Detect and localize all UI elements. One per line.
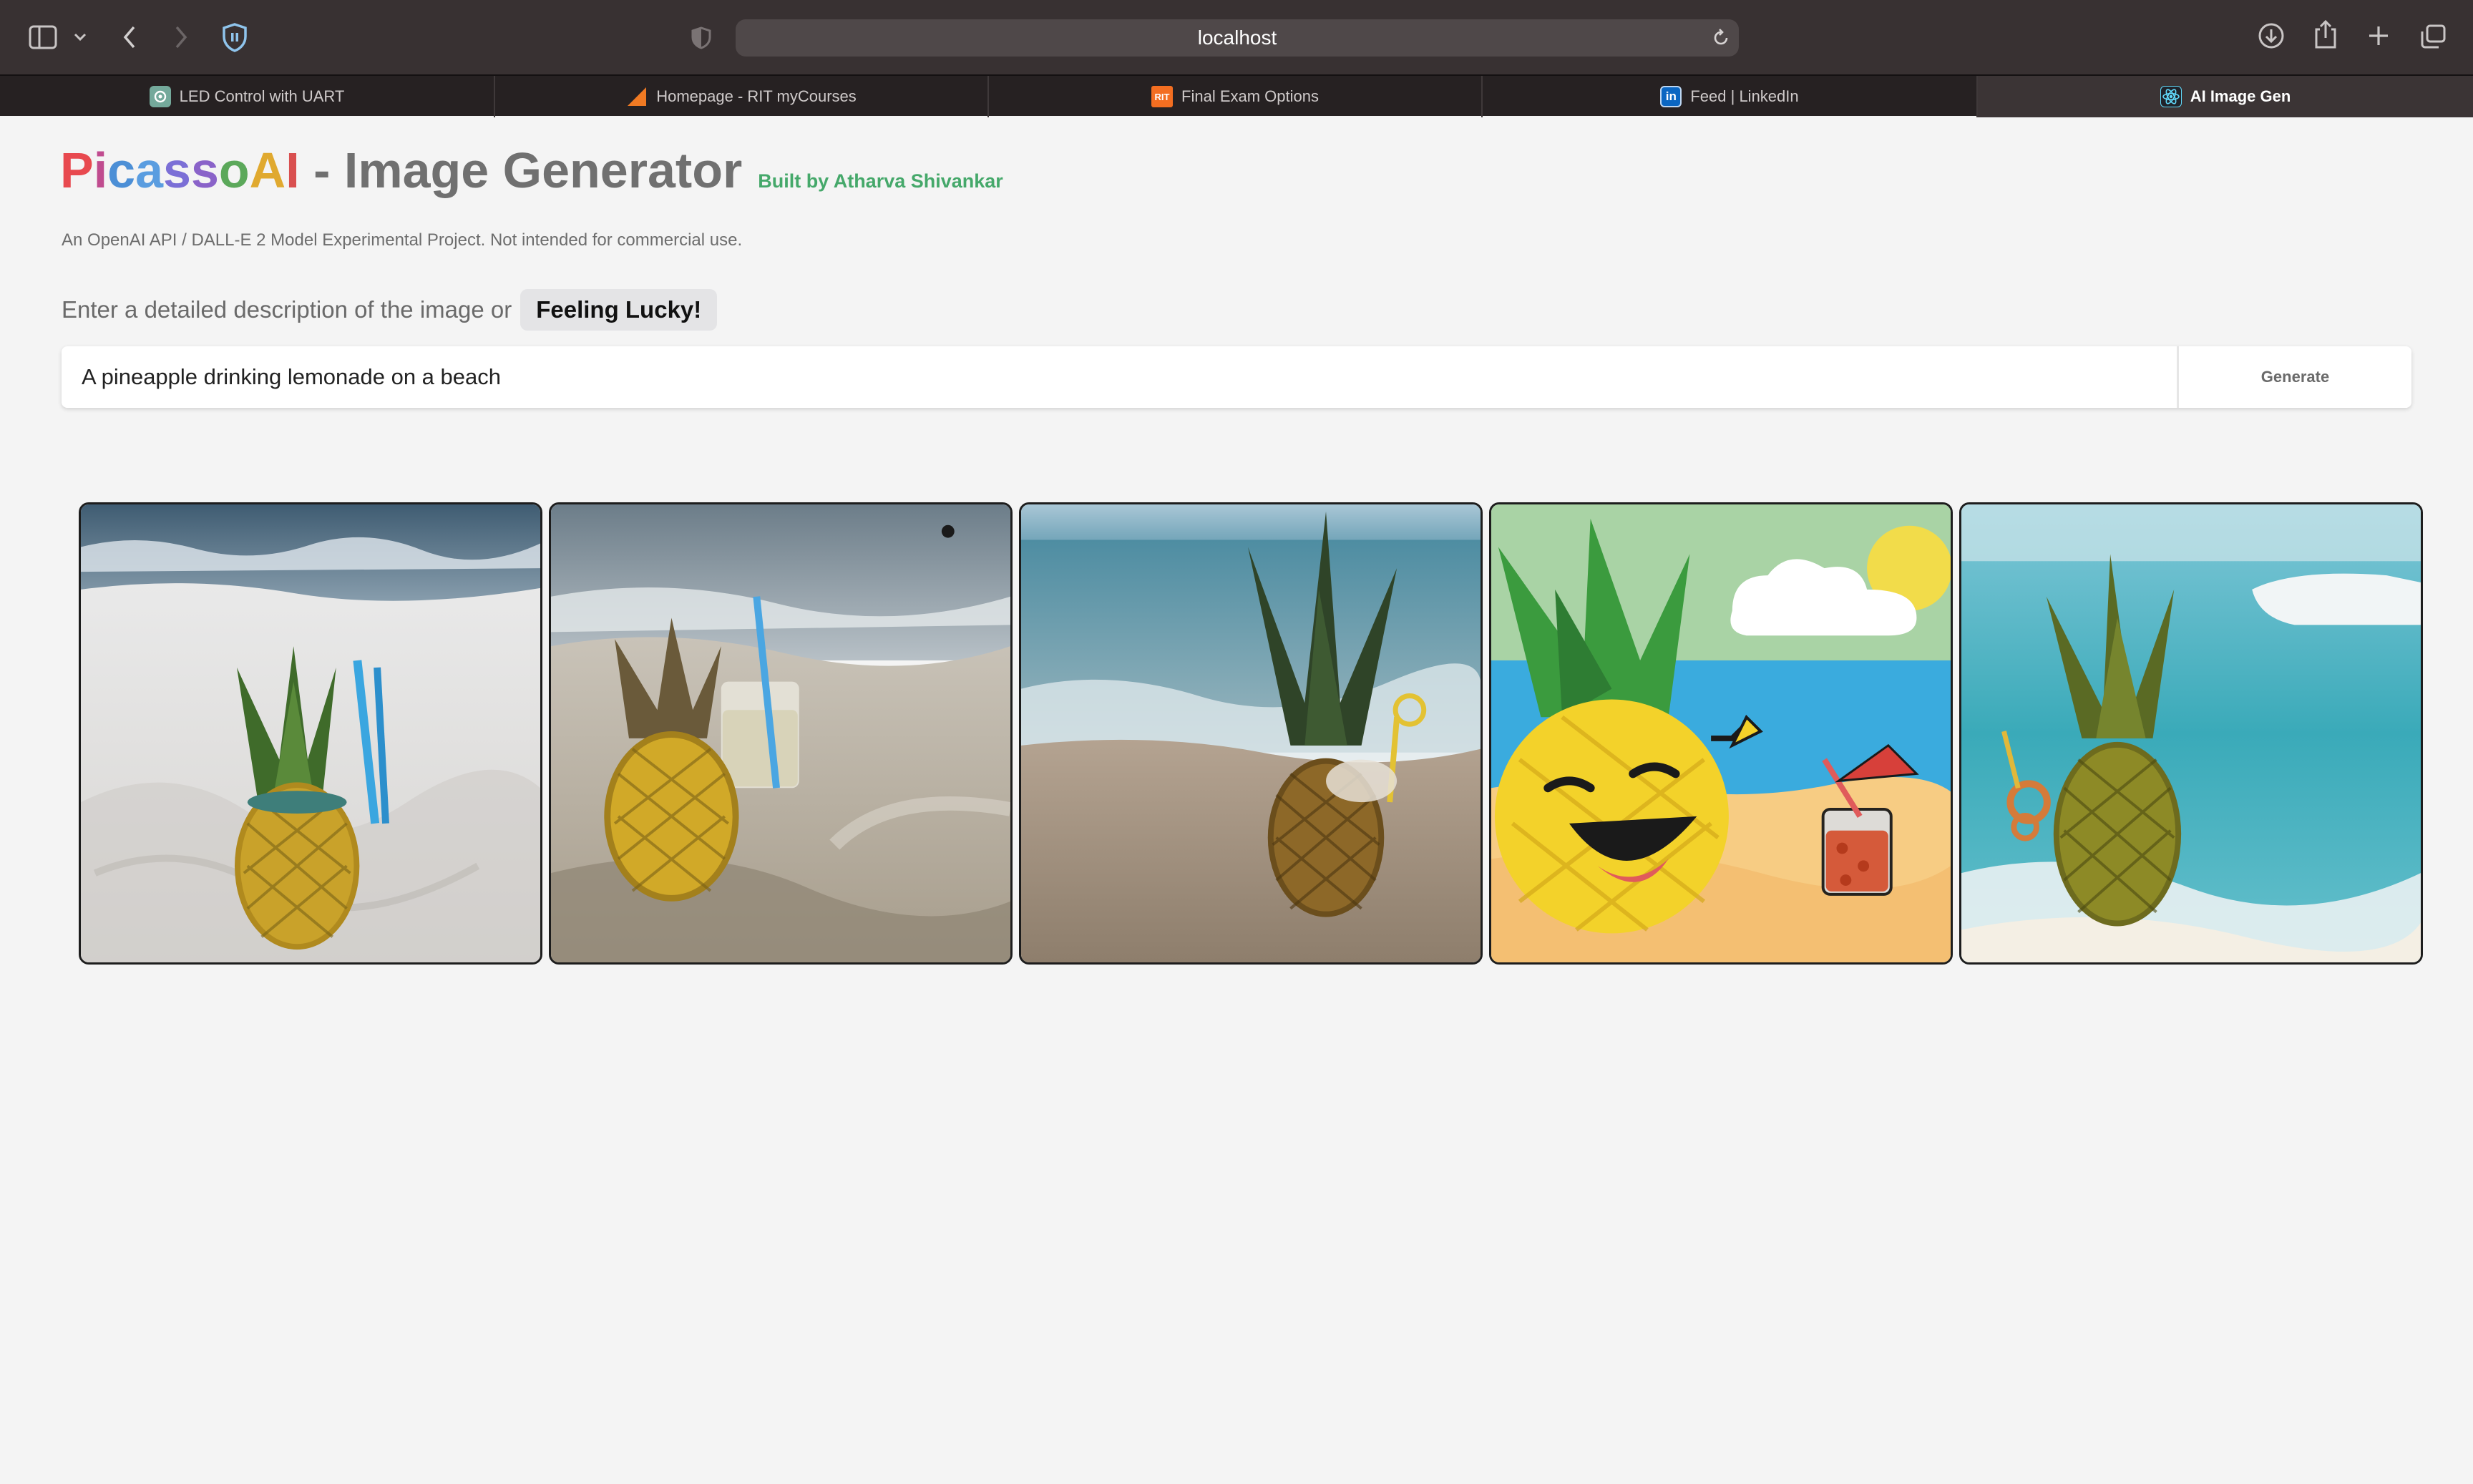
tab-label: Feed | LinkedIn bbox=[1690, 87, 1799, 105]
sidebar-toggle-icon[interactable] bbox=[29, 24, 57, 50]
brand-letter: s bbox=[190, 142, 219, 198]
generated-image-1[interactable] bbox=[79, 502, 542, 965]
rit-icon: RIT bbox=[1151, 86, 1174, 107]
brand-letter: s bbox=[163, 142, 191, 198]
linkedin-icon: in bbox=[1660, 86, 1682, 107]
brand-letter: P bbox=[60, 142, 94, 198]
brand-letter: a bbox=[135, 142, 164, 198]
brand-letter: I bbox=[286, 142, 300, 198]
generated-image-4[interactable] bbox=[1489, 502, 1953, 965]
tab-label: Final Exam Options bbox=[1181, 87, 1319, 105]
page-title: PicassoAI - Image Generator Built by Ath… bbox=[60, 142, 1003, 199]
react-icon bbox=[2160, 86, 2182, 107]
brand-letter: A bbox=[249, 142, 286, 198]
reload-icon[interactable] bbox=[1710, 27, 1732, 49]
generated-image-2[interactable] bbox=[549, 502, 1013, 965]
downloads-icon[interactable] bbox=[2257, 21, 2286, 50]
brand-letter: o bbox=[218, 142, 250, 198]
tab-ai-image-gen[interactable]: AI Image Gen bbox=[1978, 76, 2473, 117]
prompt-input[interactable] bbox=[62, 346, 2177, 408]
tab-mycourses[interactable]: Homepage - RIT myCourses bbox=[495, 76, 989, 117]
forward-icon[interactable] bbox=[170, 23, 192, 52]
tab-linkedin[interactable]: in Feed | LinkedIn bbox=[1483, 76, 1978, 117]
generated-image-5[interactable] bbox=[1959, 502, 2423, 965]
back-icon[interactable] bbox=[119, 23, 140, 52]
brand-logo: PicassoAI bbox=[60, 142, 300, 199]
brand-letter: c bbox=[107, 142, 136, 198]
address-bar[interactable]: localhost bbox=[736, 19, 1739, 57]
chevron-down-icon[interactable] bbox=[72, 29, 89, 46]
brand-letter: i bbox=[93, 142, 108, 198]
browser-toolbar: localhost bbox=[0, 0, 2473, 74]
tab-label: LED Control with UART bbox=[179, 87, 345, 105]
tab-overview-icon[interactable] bbox=[2419, 23, 2447, 50]
tab-label: AI Image Gen bbox=[2190, 87, 2291, 105]
privacy-report-icon[interactable] bbox=[690, 26, 713, 50]
title-text: - Image Generator bbox=[299, 142, 743, 198]
generated-image-3[interactable] bbox=[1019, 502, 1483, 965]
built-by-credit: Built by Atharva Shivankar bbox=[758, 170, 1003, 192]
shield-extension-icon[interactable] bbox=[220, 21, 249, 53]
page-subtitle: An OpenAI API / DALL-E 2 Model Experimen… bbox=[62, 230, 743, 250]
image-gallery bbox=[79, 502, 2423, 965]
prompt-row: Enter a detailed description of the imag… bbox=[62, 289, 718, 331]
tab-label: Homepage - RIT myCourses bbox=[656, 87, 857, 105]
tab-led-control[interactable]: LED Control with UART bbox=[0, 76, 495, 117]
share-icon[interactable] bbox=[2311, 19, 2340, 50]
new-tab-icon[interactable] bbox=[2366, 23, 2391, 49]
tab-bar: LED Control with UART Homepage - RIT myC… bbox=[0, 74, 2473, 117]
feeling-lucky-button[interactable]: Feeling Lucky! bbox=[520, 289, 718, 331]
prompt-form: Generate bbox=[62, 346, 2411, 408]
tab-final-exam[interactable]: RIT Final Exam Options bbox=[989, 76, 1483, 117]
generate-button[interactable]: Generate bbox=[2177, 346, 2411, 408]
prompt-label: Enter a detailed description of the imag… bbox=[62, 296, 512, 323]
mycourses-icon bbox=[626, 86, 648, 107]
url-text: localhost bbox=[1197, 26, 1277, 49]
chatgpt-icon bbox=[149, 86, 171, 107]
